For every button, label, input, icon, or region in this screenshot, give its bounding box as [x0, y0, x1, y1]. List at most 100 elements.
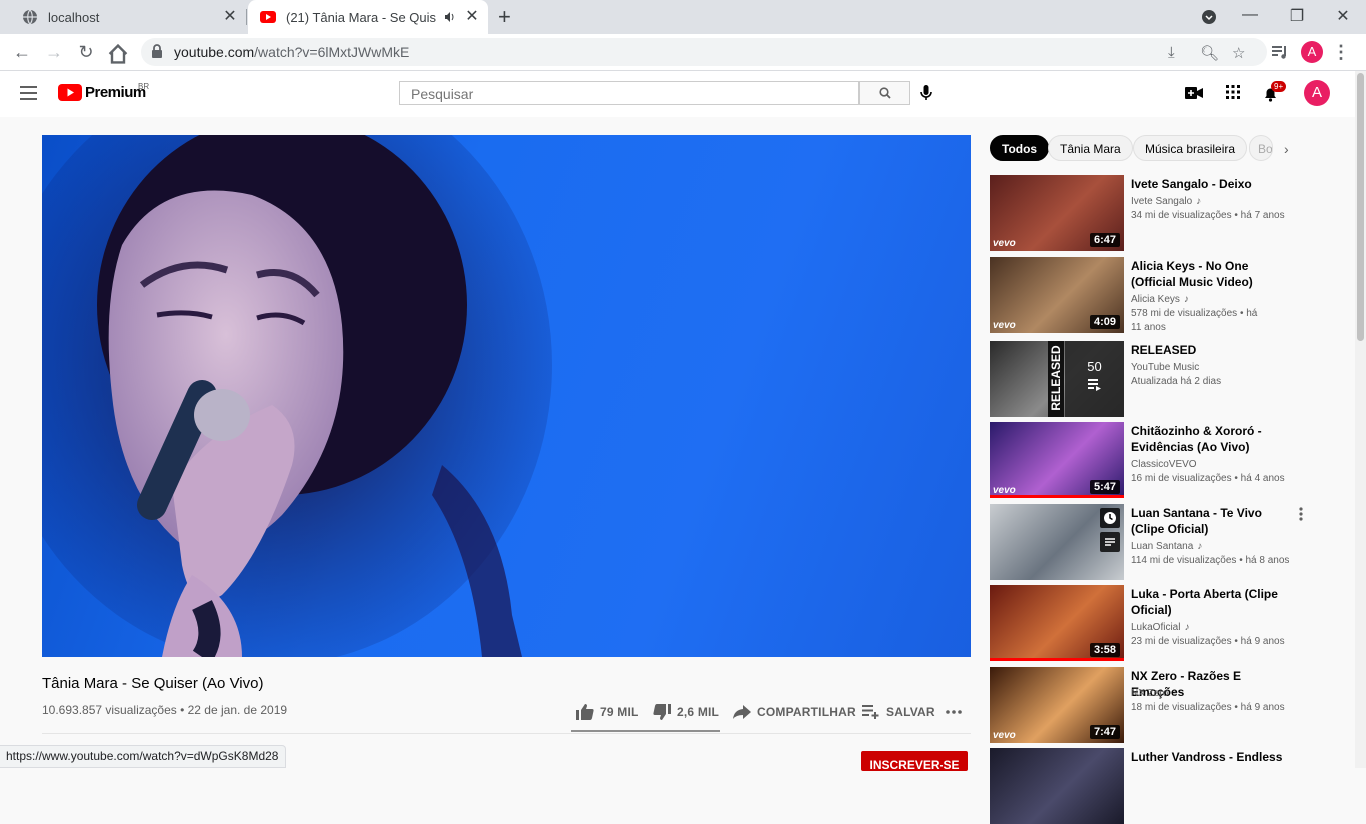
video-thumbnail[interactable]: 3:58	[990, 585, 1124, 661]
browser-menu-icon[interactable]: ⋮	[1329, 40, 1353, 64]
dislike-button[interactable]: 2,6 MIL	[653, 703, 719, 721]
recommendation-title[interactable]: RELEASED	[1131, 342, 1296, 358]
lock-icon[interactable]	[151, 44, 163, 58]
profile-menu-icon[interactable]	[1197, 9, 1221, 25]
music-note-icon: ♪	[1197, 541, 1203, 552]
video-thumbnail[interactable]: vevo 7:47	[990, 667, 1124, 743]
chip-tania-mara[interactable]: Tânia Mara	[1048, 135, 1133, 161]
close-window-icon[interactable]: ✕	[1331, 6, 1355, 26]
recommendation-title[interactable]: Chitãozinho & Xororó - Evidências (Ao Vi…	[1131, 423, 1296, 455]
search-input[interactable]	[409, 83, 853, 105]
recommendation-item[interactable]: Luan Santana - Te Vivo (Clipe Oficial) Lu…	[990, 504, 1310, 580]
recommendation-title[interactable]: Ivete Sangalo - Deixo	[1131, 176, 1296, 192]
video-thumbnail[interactable]	[990, 504, 1124, 580]
thumbs-up-icon	[576, 704, 594, 720]
video-thumbnail[interactable]: RELEASED 50	[990, 341, 1124, 417]
restore-icon[interactable]: ❐	[1285, 6, 1309, 26]
zoom-icon[interactable]: 🔍︎	[1200, 44, 1219, 62]
chip-musica-brasileira[interactable]: Música brasileira	[1133, 135, 1248, 161]
install-icon[interactable]: ⤓	[1168, 44, 1175, 61]
hamburger-menu-icon[interactable]	[20, 86, 37, 100]
browser-profile-avatar[interactable]: A	[1301, 41, 1323, 63]
recommendation-item[interactable]: Luther Vandross - Endless	[990, 748, 1310, 824]
recommendation-channel[interactable]: NX Zero ♪	[1131, 688, 1177, 699]
more-vertical-icon[interactable]	[1299, 507, 1303, 526]
microphone-icon[interactable]	[920, 85, 932, 101]
recommendation-channel[interactable]: YouTube Music	[1131, 362, 1199, 373]
browser-tab-youtube[interactable]: (21) Tânia Mara - Se Quiser (Ao Vivo) - …	[248, 0, 488, 34]
bookmark-star-icon[interactable]: ☆	[1232, 44, 1245, 62]
share-arrow-icon	[733, 705, 751, 719]
home-icon[interactable]	[106, 42, 130, 66]
video-player[interactable]	[42, 135, 971, 657]
subscribe-button[interactable]: INSCREVER-SE	[861, 751, 968, 771]
browser-tab-bar: localhost ✕ (21) Tânia Mara - Se Quiser …	[0, 0, 1366, 34]
close-tab-icon[interactable]: ✕	[222, 9, 238, 25]
channel-name: Luan Santana	[1131, 541, 1194, 552]
video-thumbnail[interactable]	[990, 748, 1124, 824]
watch-later-icon[interactable]	[1100, 508, 1120, 528]
account-avatar[interactable]: A	[1304, 80, 1330, 106]
search-box[interactable]	[399, 81, 859, 105]
recommendation-title[interactable]: Luan Santana - Te Vivo (Clipe Oficial)	[1131, 505, 1296, 537]
recommendation-item[interactable]: vevo 7:47 NX Zero - Razões E Emoções NX Zer…	[990, 667, 1310, 743]
new-tab-icon[interactable]: +	[498, 6, 511, 28]
youtube-premium-logo[interactable]: Premium	[58, 84, 146, 101]
like-count: 79 MIL	[600, 705, 639, 719]
scrollbar-thumb[interactable]	[1357, 73, 1364, 341]
reload-icon[interactable]: ↻	[74, 40, 98, 64]
channel-name: Ivete Sangalo	[1131, 196, 1193, 207]
recommendation-channel[interactable]: ClassicoVEVO	[1131, 459, 1197, 470]
share-button[interactable]: COMPARTILHAR	[733, 703, 856, 721]
status-bar-url: https://www.youtube.com/watch?v=dWpGsK8M…	[0, 745, 287, 768]
channel-name: NX Zero	[1131, 688, 1169, 699]
watch-progress-bar	[990, 495, 1124, 498]
recommendation-channel[interactable]: Luan Santana ♪	[1131, 541, 1202, 552]
video-view-count-date: 10.693.857 visualizações • 22 de jan. de…	[42, 703, 288, 717]
youtube-logo-icon	[58, 84, 82, 101]
page-scrollbar[interactable]	[1355, 71, 1366, 768]
chip-todos[interactable]: Todos	[990, 135, 1050, 161]
video-frame	[42, 135, 552, 657]
recommendation-channel[interactable]: Ivete Sangalo ♪	[1131, 196, 1201, 207]
released-badge: RELEASED	[1048, 341, 1064, 417]
media-control-icon[interactable]	[1271, 44, 1289, 60]
video-thumbnail[interactable]: vevo 4:09	[990, 257, 1124, 333]
more-actions-button[interactable]	[946, 703, 968, 721]
minimize-icon[interactable]: —	[1238, 6, 1262, 24]
duration-badge: 5:47	[1089, 480, 1120, 494]
recommendation-item[interactable]: vevo 5:47 Chitãozinho & Xororó - Evidência…	[990, 422, 1310, 498]
back-arrow-icon[interactable]: ←	[10, 40, 34, 64]
forward-arrow-icon[interactable]: →	[42, 40, 66, 64]
divider	[42, 733, 971, 734]
address-bar[interactable]: youtube.com/watch?v=6lMxtJWwMkE ⤓ 🔍︎ ☆	[141, 38, 1267, 66]
recommendation-item[interactable]: RELEASED 50 RELEASED YouTube Music Atualizad…	[990, 341, 1310, 417]
recommendation-title[interactable]: Luther Vandross - Endless	[1131, 749, 1296, 765]
video-thumbnail[interactable]: vevo 5:47	[990, 422, 1124, 498]
channel-name: ClassicoVEVO	[1131, 459, 1197, 470]
recommendation-channel[interactable]: LukaOficial ♪	[1131, 622, 1189, 633]
speaker-icon[interactable]	[444, 11, 456, 23]
close-tab-icon[interactable]: ✕	[464, 9, 480, 25]
save-button[interactable]: SALVAR	[862, 703, 935, 721]
recommendation-item[interactable]: 3:58 Luka - Porta Aberta (Clipe Oficial) L…	[990, 585, 1310, 661]
youtube-favicon-icon	[260, 11, 276, 23]
browser-tab-localhost[interactable]: localhost ✕	[8, 0, 246, 34]
recommendation-title[interactable]: Luka - Porta Aberta (Clipe Oficial)	[1131, 586, 1296, 618]
apps-grid-icon[interactable]	[1226, 85, 1240, 99]
music-note-icon: ♪	[1183, 294, 1189, 305]
video-thumbnail[interactable]: vevo 6:47	[990, 175, 1124, 251]
playlist-video-count: 50	[1087, 359, 1102, 374]
recommendation-channel[interactable]: Alicia Keys ♪	[1131, 294, 1189, 305]
search-button[interactable]	[859, 81, 910, 105]
tab-separator	[246, 9, 247, 25]
add-to-queue-icon[interactable]	[1100, 532, 1120, 552]
chevron-right-icon[interactable]: ›	[1284, 141, 1289, 157]
create-video-icon[interactable]	[1185, 87, 1203, 99]
vevo-logo: vevo	[993, 320, 1016, 331]
recommendation-title[interactable]: Alicia Keys - No One (Official Music Vid…	[1131, 258, 1296, 290]
recommendation-item[interactable]: vevo 4:09 Alicia Keys - No One (Official M…	[990, 257, 1310, 333]
recommendation-item[interactable]: vevo 6:47 Ivete Sangalo - Deixo Ivete Sanga…	[990, 175, 1310, 251]
like-button[interactable]: 79 MIL	[576, 703, 639, 721]
chip-partial[interactable]: Bossa Nova	[1249, 135, 1273, 161]
